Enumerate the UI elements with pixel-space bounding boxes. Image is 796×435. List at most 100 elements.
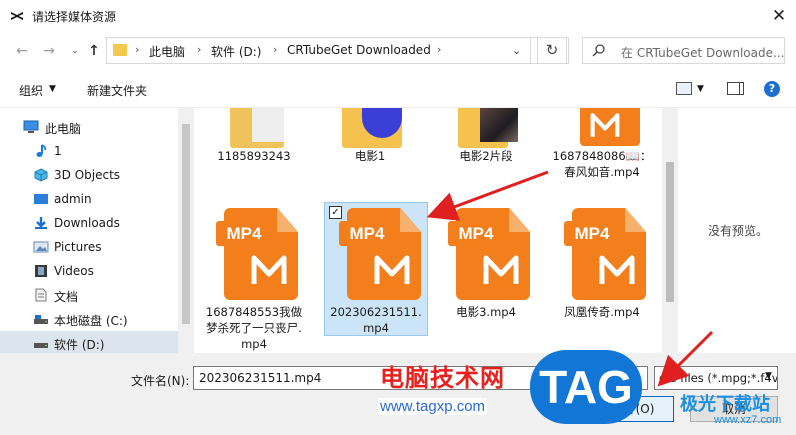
sidebar-item-3d-objects[interactable]: 3D Objects — [0, 163, 178, 187]
forward-button[interactable]: → — [40, 41, 58, 61]
m-logo-icon — [483, 255, 519, 284]
sidebar-item-this-pc[interactable]: 此电脑 — [0, 115, 178, 139]
file-list: 1185893243 电影1 电影2片段 1687848086📖：春风如音.mp… — [194, 108, 662, 353]
m-logo-icon — [374, 255, 410, 284]
watermark-url: www.tagxp.com — [378, 398, 488, 415]
sidebar-item-label: 本地磁盘 (C:) — [54, 314, 128, 328]
mp4-file-icon — [580, 108, 640, 146]
up-button[interactable]: ↑ — [85, 41, 103, 61]
address-dropdown[interactable]: ⌄ — [503, 37, 531, 64]
recent-dropdown[interactable]: ⌄ — [66, 41, 84, 61]
watermark-site2: 极光下载站 — [680, 394, 770, 414]
breadcrumb-separator: › — [273, 43, 278, 56]
file-item-mp4[interactable]: MP4 电影3.mp4 — [434, 208, 538, 348]
sidebar-item-downloads[interactable]: Downloads — [0, 211, 178, 235]
folder-preview — [480, 108, 518, 142]
file-list-scrollbar[interactable] — [662, 108, 678, 353]
file-item-mp4-selected[interactable]: ✓ MP4 202306231511.mp4 — [324, 202, 428, 336]
chevron-down-icon[interactable]: ▼ — [697, 84, 704, 94]
sidebar-item-label: Videos — [54, 264, 94, 278]
window-title: 请选择媒体资源 — [32, 10, 117, 24]
document-icon — [35, 288, 47, 302]
navigation-pane: 此电脑 1 3D Objects admin Downloads Picture… — [0, 108, 178, 355]
desktop-icon — [34, 194, 48, 204]
breadcrumb-separator: › — [197, 43, 202, 56]
file-name: 202306231511.mp4 — [330, 305, 422, 335]
watermark-site-name: 电脑技术网 — [380, 365, 505, 392]
search-icon — [592, 44, 605, 57]
search-placeholder: 在 CRTubeGet Downloade... — [621, 46, 785, 60]
breadcrumb-separator: › — [135, 43, 140, 56]
breadcrumb-crtubeget[interactable]: CRTubeGet Downloaded — [287, 43, 431, 57]
chevron-down-icon: ▼ — [49, 84, 56, 94]
filename-label: 文件名(N): — [131, 374, 190, 388]
breadcrumb-this-pc[interactable]: 此电脑 — [149, 43, 185, 60]
pc-icon — [23, 120, 39, 133]
m-logo-icon — [599, 255, 635, 284]
breadcrumb-drive-d[interactable]: 软件 (D:) — [211, 43, 261, 60]
breadcrumb-separator: › — [437, 43, 442, 56]
sidebar-item-music[interactable]: 1 — [0, 139, 178, 163]
file-name: 电影2片段 — [459, 149, 513, 163]
back-button[interactable]: ← — [13, 41, 31, 61]
file-name: 1185893243 — [217, 149, 291, 163]
sidebar-item-label: 3D Objects — [54, 168, 121, 182]
file-name: 1687848086📖：春风如音.mp4 — [552, 149, 652, 179]
mp4-file-icon: MP4 — [216, 208, 298, 300]
navigation-scrollbar[interactable] — [178, 108, 194, 353]
sidebar-item-label: Pictures — [54, 240, 102, 254]
address-bar[interactable]: › 此电脑 › 软件 (D:) › CRTubeGet Downloaded › — [106, 37, 569, 64]
sidebar-item-label: admin — [54, 192, 92, 206]
refresh-button[interactable]: ↻ — [537, 37, 567, 64]
title-bar — [0, 0, 796, 32]
file-item-mp4[interactable]: MP4 1687848553我做梦杀死了一只丧尸.mp4 — [202, 208, 306, 351]
download-icon — [35, 217, 47, 229]
pictures-icon — [33, 241, 49, 253]
file-item-mp4[interactable]: 1687848086📖：春风如音.mp4 — [550, 108, 654, 200]
folder-icon — [113, 44, 127, 56]
sidebar-item-pictures[interactable]: Pictures — [0, 235, 178, 259]
mp4-file-icon: MP4 — [448, 208, 530, 300]
cube-icon — [34, 168, 48, 182]
sidebar-item-label: 软件 (D:) — [54, 338, 105, 352]
file-item-mp4[interactable]: MP4 凤凰传奇.mp4 — [550, 208, 654, 348]
folder-preview — [252, 108, 284, 142]
search-box[interactable]: 在 CRTubeGet Downloade... — [582, 37, 785, 64]
file-type-select[interactable]: dia files (*.mpg;*.f4v;*.mo — [654, 366, 778, 390]
chevron-down-icon[interactable]: ▼ — [765, 371, 772, 381]
file-name: 电影3.mp4 — [456, 305, 516, 319]
organize-menu[interactable]: 组织 — [19, 82, 43, 99]
m-logo-icon — [251, 255, 287, 284]
view-options-icon[interactable] — [676, 82, 692, 95]
watermark-site2-url: www.xz7.com — [714, 414, 782, 426]
sidebar-item-drive-d[interactable]: 软件 (D:) — [0, 331, 178, 355]
selection-checkbox[interactable]: ✓ — [329, 206, 342, 219]
sidebar-item-label: 1 — [54, 144, 62, 158]
sidebar-item-documents[interactable]: 文档 — [0, 283, 178, 307]
mp4-file-icon: MP4 — [564, 208, 646, 300]
m-logo-icon — [590, 113, 620, 137]
file-name: 1687848553我做梦杀死了一只丧尸.mp4 — [205, 305, 303, 351]
capcut-app-icon — [11, 12, 23, 20]
file-name: 电影1 — [354, 149, 386, 163]
drive-icon — [34, 315, 48, 324]
sidebar-item-label: 文档 — [54, 290, 79, 304]
close-button[interactable]: ✕ — [764, 3, 794, 29]
sidebar-item-drive-c[interactable]: 本地磁盘 (C:) — [0, 307, 178, 331]
scrollbar-thumb[interactable] — [666, 162, 674, 302]
new-folder-button[interactable]: 新建文件夹 — [87, 82, 147, 99]
help-icon[interactable]: ? — [764, 81, 780, 97]
music-icon — [36, 144, 46, 157]
watermark-tag-logo: TAG — [530, 350, 642, 424]
video-icon — [35, 265, 47, 277]
drive-icon — [34, 343, 48, 348]
mp4-file-icon: MP4 — [339, 208, 421, 300]
file-name: 凤凰传奇.mp4 — [564, 305, 640, 319]
scrollbar-thumb[interactable] — [182, 124, 190, 324]
preview-pane-icon[interactable] — [727, 82, 744, 95]
sidebar-item-label: Downloads — [54, 216, 120, 230]
sidebar-item-label: 此电脑 — [45, 122, 82, 136]
sidebar-item-videos[interactable]: Videos — [0, 259, 178, 283]
sidebar-item-admin[interactable]: admin — [0, 187, 178, 211]
no-preview-text: 没有预览。 — [708, 224, 769, 238]
